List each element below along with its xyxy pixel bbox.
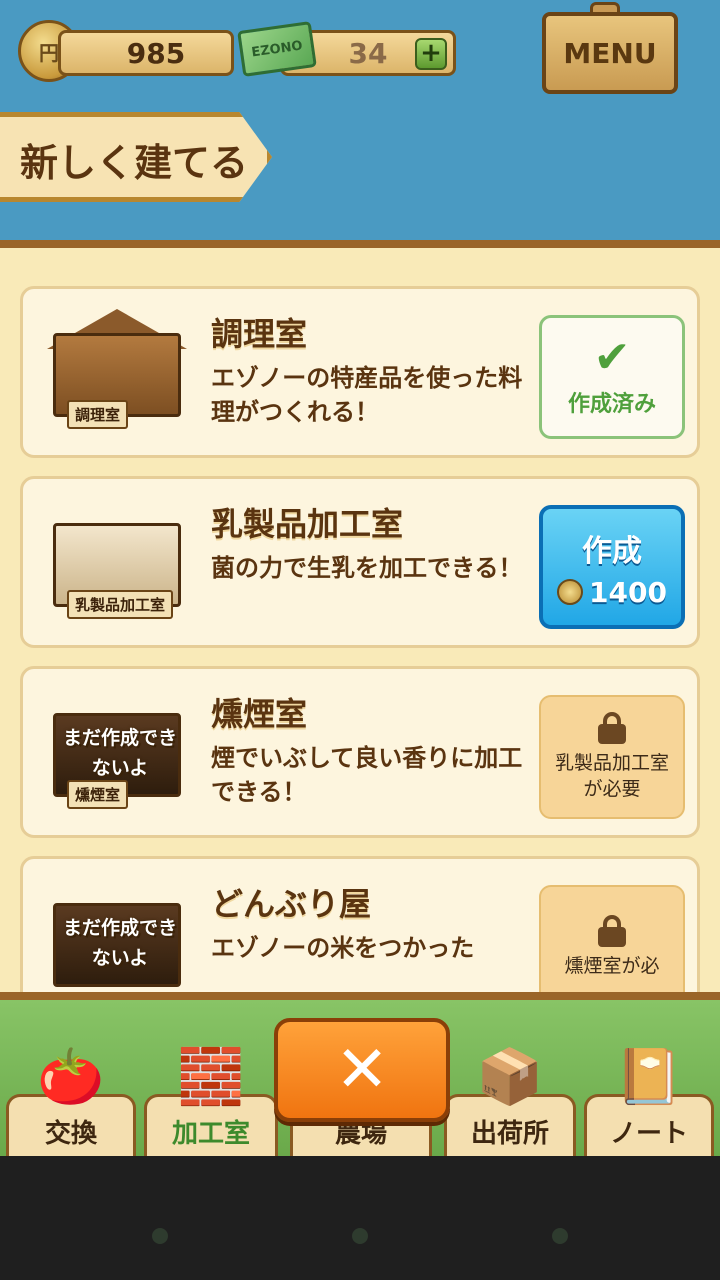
home-icon[interactable] [352,1228,368,1244]
coin-icon [557,579,584,605]
building-description: エゾノーの特産品を使った料理がつくれる！ [211,364,523,426]
back-icon[interactable] [152,1228,168,1244]
building-card-donburi: まだ作成できないよ どんぶり屋 エゾノーの米をつかった 燻煙室が必 [20,856,700,992]
building-card-smoke: 燻煙室 まだ作成できないよ 燻煙室 煙でいぶして良い香りに加工できる！ 乳製品加… [20,666,700,838]
building-description: 煙でいぶして良い香りに加工できる！ [211,744,523,806]
build-label: 作成 [582,533,642,569]
page-title: 新しく建てる [20,141,249,185]
nav-processing[interactable]: 🧱 加工室 [144,1045,278,1156]
nav-exchange[interactable]: 🍅 交換 [6,1045,136,1156]
illustration-tag: 乳製品加工室 [67,590,174,619]
lock-icon [598,915,626,947]
building-card-cooking: 調理室 調理室 エゾノーの特産品を使った料理がつくれる！ ✔ 作成済み [20,286,700,458]
coin-amount: 985 [58,30,234,76]
building-card-dairy: 乳製品加工室 乳製品加工室 菌の力で生乳を加工できる！ 作成 1400 [20,476,700,648]
building-description: エゾノーの米をつかった [211,934,475,962]
check-icon: ✔ [593,332,631,383]
lock-icon [598,712,626,744]
menu-button[interactable]: MENU [542,12,678,94]
system-nav-bar [0,1156,720,1280]
requirement-label: 燻煙室が必 [564,955,660,977]
add-tickets-button[interactable]: + [415,38,447,70]
building-description: 菌の力で生乳を加工できる！ [211,554,523,582]
build-button[interactable]: 作成 1400 [539,505,685,629]
ticket-counter: 34 + EZONO [237,21,460,84]
built-status: ✔ 作成済み [539,315,685,439]
building-name: 乳製品加工室 [211,505,404,543]
illustration-tag: 燻煙室 [67,780,129,809]
nav-label: ノート [609,1119,688,1149]
locked-status: 乳製品加工室が必要 [539,695,685,819]
illustration-tag: 調理室 [67,400,129,429]
locked-overlay-text: まだ作成できないよ [62,917,177,969]
nav-label: 出荷所 [470,1119,549,1149]
building-name: 調理室 [211,315,308,353]
close-button[interactable]: ✕ [274,1018,450,1122]
cooking-room-illustration: 調理室 [47,309,187,429]
nav-notebook[interactable]: 📔 ノート [584,1045,714,1156]
building-name: どんぶり屋 [211,885,372,923]
built-label: 作成済み [567,392,656,417]
smoke-room-illustration: 燻煙室 まだ作成できないよ [47,689,187,809]
nav-label: 交換 [44,1119,97,1149]
locked-status: 燻煙室が必 [539,885,685,992]
price-value: 1400 [589,575,667,609]
requirement-label: 乳製品加工室が必要 [554,752,669,800]
coin-counter: 円 985 [18,20,234,82]
oven-icon: 🧱 [177,1045,245,1108]
donburi-illustration: まだ作成できないよ [47,879,187,992]
locked-overlay-text: まだ作成できないよ [62,727,177,779]
recents-icon[interactable] [552,1228,568,1244]
nav-shipping[interactable]: 📦 出荷所 [444,1045,576,1156]
building-list-panel[interactable]: 調理室 調理室 エゾノーの特産品を使った料理がつくれる！ ✔ 作成済み 乳製品加… [0,240,720,1000]
dairy-room-illustration: 乳製品加工室 [47,499,187,619]
ticket-count: 34 [348,36,388,70]
build-price: 1400 [557,576,667,609]
nav-label: 加工室 [171,1119,250,1149]
building-name: 燻煙室 [211,695,308,733]
box-icon: 📦 [476,1045,544,1108]
notebook-icon: 📔 [615,1045,683,1108]
vegetables-icon: 🍅 [37,1045,105,1108]
